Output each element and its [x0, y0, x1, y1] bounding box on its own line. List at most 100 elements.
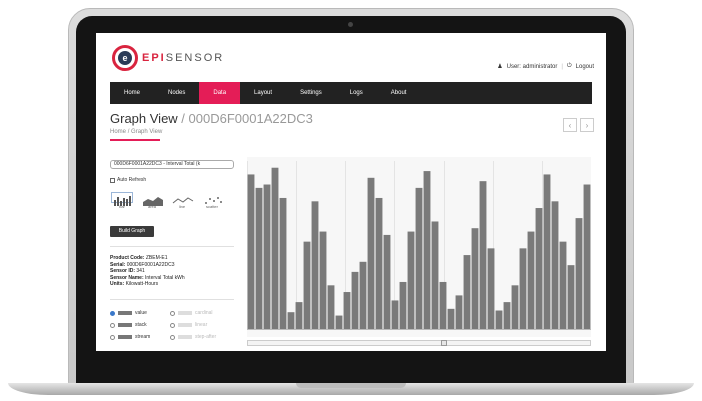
bar[interactable]: [287, 312, 295, 329]
auto-refresh-toggle[interactable]: Auto Refresh: [110, 177, 146, 183]
bar[interactable]: [487, 248, 495, 329]
meta-value: ZBEM-E1: [145, 255, 168, 261]
bar[interactable]: [407, 231, 415, 329]
mode-label: cardinal: [195, 310, 213, 316]
bar[interactable]: [327, 285, 335, 329]
bar[interactable]: [399, 281, 407, 329]
bar[interactable]: [311, 201, 319, 329]
nav-item-data[interactable]: Data: [199, 82, 241, 104]
meta-row: Units: Kilowatt-Hours: [110, 281, 185, 288]
mode-value[interactable]: value: [110, 310, 170, 316]
bar[interactable]: [375, 197, 383, 329]
laptop-notch: [296, 383, 406, 388]
main-nav: Home Nodes Data Layout Settings Logs About: [110, 82, 592, 104]
linear-mode-icon: [178, 323, 192, 327]
chart-type-line[interactable]: line: [170, 192, 194, 210]
nav-item-settings[interactable]: Settings: [286, 82, 336, 104]
nav-item-layout[interactable]: Layout: [240, 82, 286, 104]
chart-type-scatter[interactable]: scatter: [200, 192, 224, 210]
mode-label: stack: [135, 322, 147, 328]
bar[interactable]: [431, 221, 439, 329]
radio-value[interactable]: [110, 310, 115, 316]
nav-item-nodes[interactable]: Nodes: [154, 82, 199, 104]
bar[interactable]: [255, 187, 263, 329]
build-graph-button[interactable]: Build Graph: [110, 226, 154, 237]
logo[interactable]: e EPISENSOR: [112, 45, 224, 71]
area-chart-icon: [141, 192, 163, 206]
bar[interactable]: [439, 281, 447, 329]
cardinal-mode-icon: [178, 311, 192, 315]
next-button[interactable]: ›: [580, 118, 594, 132]
bar[interactable]: [503, 302, 511, 329]
radio-cardinal: [170, 310, 175, 316]
bar[interactable]: [575, 218, 583, 329]
bar[interactable]: [343, 292, 351, 329]
radio-stream[interactable]: [110, 334, 115, 340]
mode-stream[interactable]: stream: [110, 334, 170, 340]
bar[interactable]: [463, 255, 471, 329]
bar[interactable]: [471, 228, 479, 329]
bar[interactable]: [559, 241, 567, 329]
nav-item-logs[interactable]: Logs: [336, 82, 377, 104]
bar[interactable]: [551, 201, 559, 329]
bar[interactable]: [527, 231, 535, 329]
meta-key: Sensor ID:: [110, 268, 136, 274]
bar[interactable]: [495, 310, 503, 329]
bar[interactable]: [519, 248, 527, 329]
app-screen: e EPISENSOR ♟ User: administrator | ⏻ Lo…: [96, 33, 606, 351]
scatter-chart-icon: [201, 192, 223, 204]
chart-type-area[interactable]: area: [140, 192, 164, 210]
user-link[interactable]: User: administrator: [507, 64, 558, 70]
bar[interactable]: [271, 167, 279, 329]
bar[interactable]: [359, 261, 367, 329]
bar[interactable]: [391, 300, 399, 329]
stream-mode-icon: [118, 335, 132, 339]
bar[interactable]: [447, 308, 455, 329]
chart-type-label: area: [147, 204, 156, 209]
bar[interactable]: [583, 184, 591, 329]
nav-item-home[interactable]: Home: [110, 82, 154, 104]
mode-label: stream: [135, 334, 151, 340]
bar[interactable]: [383, 234, 391, 329]
logout-link[interactable]: Logout: [576, 64, 594, 70]
laptop-mockup: e EPISENSOR ♟ User: administrator | ⏻ Lo…: [0, 0, 702, 401]
bar[interactable]: [319, 231, 327, 329]
bar[interactable]: [423, 171, 431, 329]
logo-icon: e: [112, 45, 138, 71]
chart-type-bar[interactable]: bar: [110, 192, 134, 210]
chart-type-label: line: [178, 204, 186, 209]
breadcrumb-home[interactable]: Home: [110, 129, 126, 135]
mode-row: value cardinal: [110, 307, 230, 319]
bar[interactable]: [263, 184, 271, 329]
bar[interactable]: [535, 208, 543, 329]
nav-item-about[interactable]: About: [377, 82, 421, 104]
mode-label: value: [135, 310, 147, 316]
panel-divider: [110, 246, 234, 247]
range-handle[interactable]: [441, 340, 447, 346]
chart-range-scrollbar[interactable]: [247, 340, 591, 346]
chart-type-label: bar: [119, 204, 125, 209]
series-select[interactable]: 000D6F0001A22DC3 - Interval Total (k: [110, 160, 234, 169]
breadcrumb-current: Graph View: [131, 129, 163, 135]
bar[interactable]: [295, 302, 303, 329]
prev-button[interactable]: ‹: [563, 118, 577, 132]
camera-icon: [348, 22, 353, 27]
auto-refresh-checkbox[interactable]: [110, 177, 115, 183]
user-icon: ♟: [497, 64, 503, 70]
bar[interactable]: [279, 197, 287, 329]
bar[interactable]: [367, 177, 375, 329]
bar[interactable]: [511, 285, 519, 329]
bar[interactable]: [479, 181, 487, 329]
bar[interactable]: [247, 174, 255, 329]
bar[interactable]: [351, 271, 359, 329]
bar[interactable]: [567, 265, 575, 329]
radio-stack[interactable]: [110, 322, 115, 328]
bar[interactable]: [303, 241, 311, 329]
bar[interactable]: [335, 315, 343, 329]
step-after-mode-icon: [178, 335, 192, 339]
bar[interactable]: [415, 187, 423, 329]
bar[interactable]: [543, 174, 551, 329]
mode-stack[interactable]: stack: [110, 322, 170, 328]
bar[interactable]: [455, 295, 463, 329]
render-modes: value cardinal stack linear stream step-after: [110, 307, 230, 343]
